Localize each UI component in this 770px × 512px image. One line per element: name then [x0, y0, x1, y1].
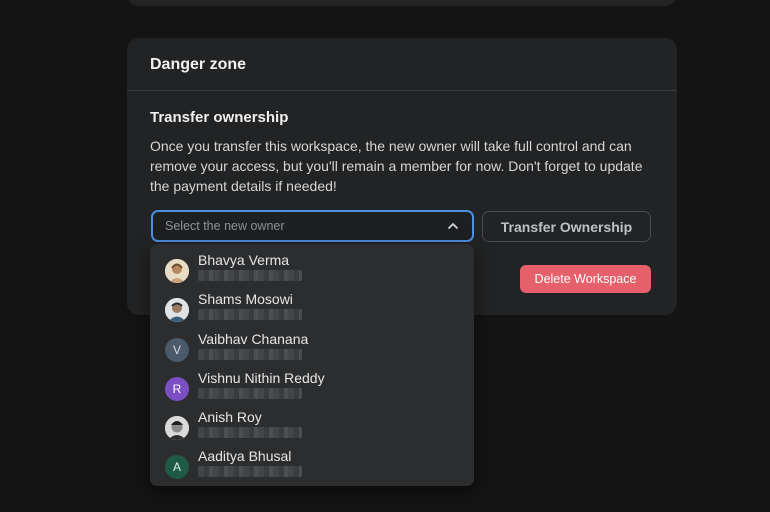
avatar — [165, 298, 189, 323]
owner-option-name: Aaditya Bhusal — [198, 448, 292, 465]
redacted-email — [198, 387, 302, 399]
chevron-up-icon — [448, 223, 458, 229]
danger-zone-title: Danger zone — [150, 56, 247, 73]
redacted-email — [198, 270, 302, 281]
owner-option-vaibhav-chanana[interactable]: V Vaibhav Chanana — [150, 328, 474, 367]
transfer-ownership-button[interactable]: Transfer Ownership — [482, 211, 651, 242]
redacted-email — [198, 309, 302, 321]
transfer-ownership-description: Once you transfer this workspace, the ne… — [150, 138, 643, 194]
delete-workspace-button[interactable]: Delete Workspace — [520, 265, 651, 293]
owner-option-name: Anish Roy — [198, 409, 262, 426]
avatar: V — [165, 337, 189, 362]
user-photo-icon — [165, 298, 189, 323]
owner-option-anish-roy[interactable]: Anish Roy — [150, 406, 474, 445]
previous-settings-card — [127, 0, 677, 6]
owner-option-name: Shams Mosowi — [198, 291, 293, 308]
owner-option-shams-mosowi[interactable]: Shams Mosowi — [150, 288, 474, 327]
owner-dropdown-menu: Bhavya Verma Shams Mosowi V Vaibhav Chan… — [150, 244, 474, 486]
owner-option-vishnu-nithin-reddy[interactable]: R Vishnu Nithin Reddy — [150, 367, 474, 406]
danger-zone-header: Danger zone — [127, 38, 677, 91]
owner-option-aaditya-bhusal[interactable]: A Aaditya Bhusal — [150, 445, 474, 484]
user-photo-icon — [165, 259, 189, 283]
redacted-email — [198, 466, 302, 478]
avatar — [165, 416, 189, 441]
owner-option-name: Bhavya Verma — [198, 252, 290, 268]
new-owner-select-placeholder: Select the new owner — [165, 219, 285, 233]
user-photo-icon — [165, 416, 189, 441]
owner-option-name: Vaibhav Chanana — [198, 330, 309, 347]
avatar — [165, 259, 189, 283]
owner-option-name: Vishnu Nithin Reddy — [198, 369, 325, 386]
redacted-email — [198, 427, 302, 439]
avatar: R — [165, 376, 189, 401]
new-owner-select[interactable]: Select the new owner — [151, 210, 474, 242]
avatar: A — [165, 455, 189, 480]
owner-option-bhavya-verma[interactable]: Bhavya Verma — [150, 249, 474, 288]
transfer-ownership-title: Transfer ownership — [150, 109, 289, 126]
redacted-email — [198, 348, 302, 360]
